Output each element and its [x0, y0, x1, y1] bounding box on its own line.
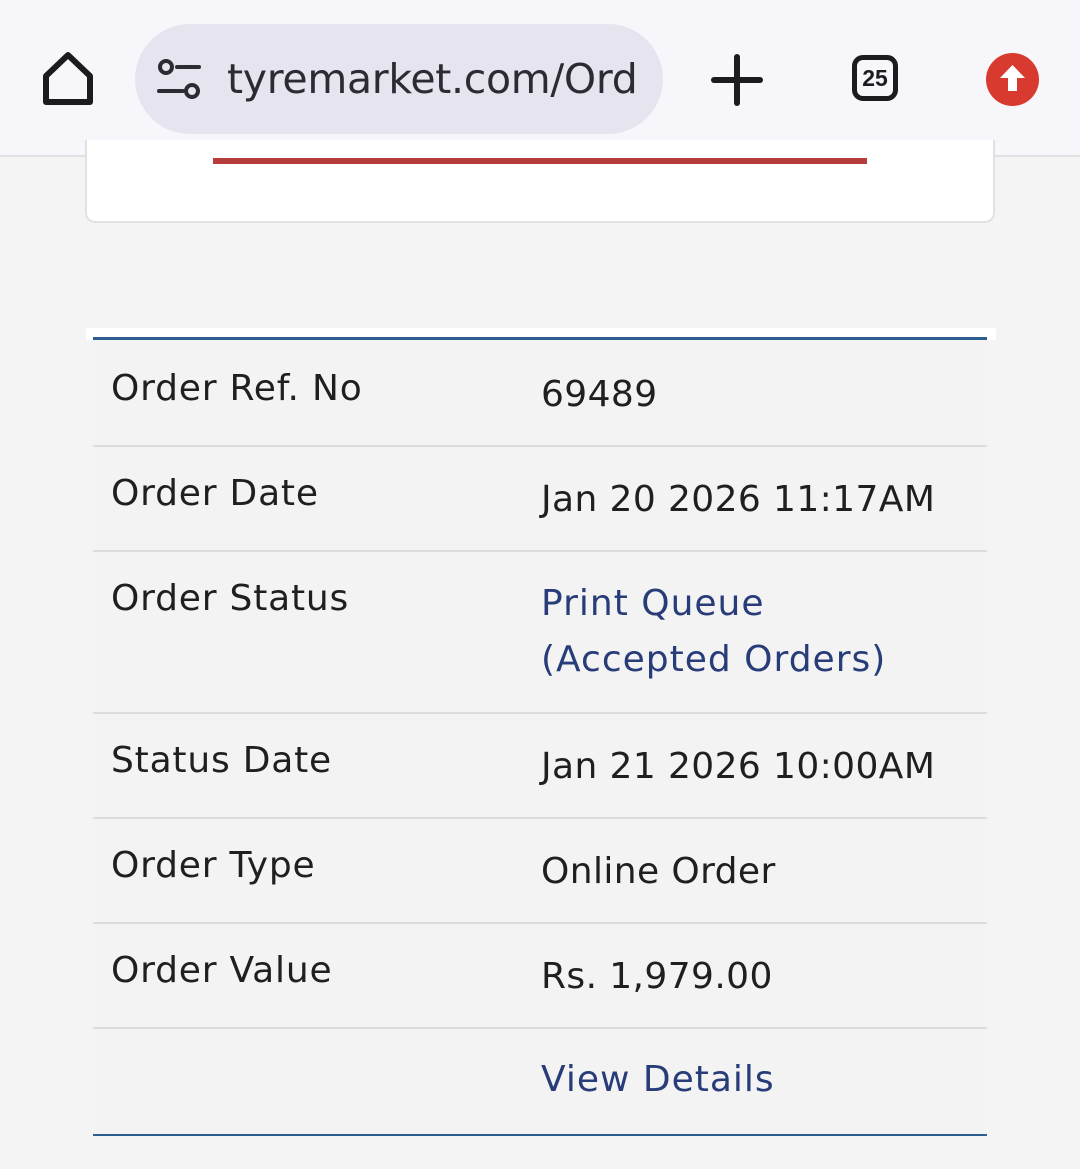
table-row: Order Type Online Order [93, 819, 987, 924]
order-ref-label: Order Ref. No [111, 368, 363, 409]
home-icon[interactable] [36, 46, 100, 110]
previous-card [85, 140, 995, 223]
card-accent-bar [213, 158, 867, 164]
order-details-table: Order Ref. No 69489 Order Date Jan 20 20… [93, 337, 987, 1136]
order-date-value: Jan 20 2026 11:17AM [541, 479, 936, 520]
tune-icon[interactable] [155, 58, 203, 102]
order-status-label: Order Status [111, 578, 350, 619]
view-details-link[interactable]: View Details [541, 1059, 775, 1100]
order-ref-value: 69489 [541, 374, 658, 415]
url-text[interactable]: tyremarket.com/Ord [227, 24, 645, 134]
order-date-label: Order Date [111, 473, 319, 514]
order-type-label: Order Type [111, 845, 316, 886]
order-type-value: Online Order [541, 851, 776, 892]
table-row: Order Ref. No 69489 [93, 340, 987, 447]
order-value-label: Order Value [111, 950, 333, 991]
table-row: Status Date Jan 21 2026 10:00AM [93, 714, 987, 819]
table-row: View Details [93, 1029, 987, 1136]
address-bar[interactable]: tyremarket.com/Ord [135, 24, 663, 134]
table-row: Order Status Print Queue (Accepted Order… [93, 552, 987, 714]
update-arrow-icon[interactable] [986, 53, 1039, 106]
browser-toolbar: tyremarket.com/Ord 25 [0, 0, 1080, 157]
table-row: Order Date Jan 20 2026 11:17AM [93, 447, 987, 552]
status-date-value: Jan 21 2026 10:00AM [541, 746, 936, 787]
order-value-amount: Rs. 1,979.00 [541, 956, 773, 997]
tab-switcher-button[interactable]: 25 [852, 55, 898, 101]
plus-icon[interactable] [708, 52, 766, 108]
table-row: Order Value Rs. 1,979.00 [93, 924, 987, 1029]
status-date-label: Status Date [111, 740, 333, 781]
order-status-value[interactable]: Print Queue (Accepted Orders) [541, 576, 961, 688]
